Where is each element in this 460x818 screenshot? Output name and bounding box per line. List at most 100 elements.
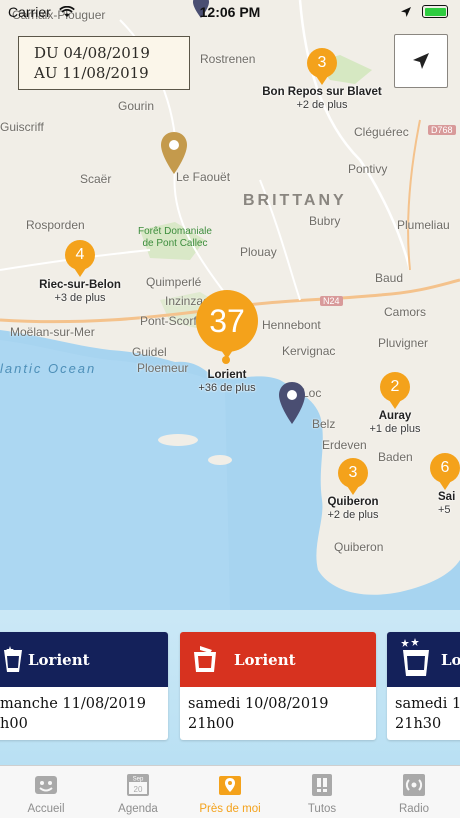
map-place: Belz <box>312 417 336 431</box>
cluster-name: Lorient <box>207 369 247 381</box>
home-icon <box>35 776 57 794</box>
map-place: Baud <box>375 271 404 285</box>
cluster-label: Riec-sur-Belon +3 de plus <box>20 279 140 305</box>
tutos-icon <box>312 774 332 796</box>
battery-icon <box>422 5 448 18</box>
tab-pres-de-moi[interactable]: Près de moi <box>184 766 276 818</box>
cluster-marker[interactable]: 2 <box>380 372 410 409</box>
event-card[interactable]: Lorient samedi 10/08/2019 21h00 <box>180 632 376 740</box>
radio-icon <box>403 774 425 796</box>
cluster-marker[interactable]: 6 <box>430 453 460 490</box>
cluster-name: Quiberon <box>327 496 379 508</box>
map-ocean-label: lantic Ocean <box>0 361 97 376</box>
cluster-marker[interactable]: 3 <box>307 48 337 85</box>
date-range-box[interactable]: DU 04/08/2019 AU 11/08/2019 <box>18 36 190 90</box>
event-carousel[interactable]: Lorient manche 11/08/2019 h00 Lorient sa… <box>0 610 460 765</box>
map-place: Gourin <box>118 99 155 113</box>
cluster-marker[interactable]: 4 <box>65 240 95 277</box>
cluster-name: Bon Repos sur Blavet <box>262 86 382 98</box>
tab-label: Radio <box>398 803 430 815</box>
cluster-label: Bon Repos sur Blavet +2 de plus <box>252 86 392 112</box>
cluster-name: Riec-sur-Belon <box>39 279 121 291</box>
tab-label: Accueil <box>27 803 65 815</box>
map-place: Pontivy <box>348 162 388 176</box>
cluster-more: +1 de plus <box>369 423 421 435</box>
event-date: samedi 10/08/2019 <box>188 696 329 712</box>
status-time: 12:06 PM <box>199 4 261 20</box>
cluster-count: 6 <box>440 459 450 476</box>
event-city: Lor <box>441 651 460 669</box>
cluster-count: 3 <box>348 464 358 481</box>
map-region-label: BRITTANY <box>243 192 347 209</box>
cluster-label: Sai +5 <box>438 491 455 517</box>
map-place: Pont-Scorff <box>140 314 200 328</box>
map-place: Quimperlé <box>146 275 202 289</box>
map-place: Erdeven <box>322 438 367 452</box>
cluster-more: +5 <box>438 504 451 516</box>
map-place: Baden <box>378 450 413 464</box>
map-place: Bubry <box>309 214 341 228</box>
map-place: Guiscriff <box>0 120 44 134</box>
map-place: Cléguérec <box>354 125 409 139</box>
calendar-day: 20 <box>134 785 143 794</box>
event-card-body: samedi 1 21h30 <box>387 687 460 734</box>
date-to: AU 11/08/2019 <box>34 64 149 82</box>
road-label: D768 <box>428 125 456 135</box>
event-date: manche 11/08/2019 <box>0 696 146 712</box>
cluster-more: +3 de plus <box>54 292 106 304</box>
cluster-more: +2 de plus <box>296 99 348 111</box>
tab-radio[interactable]: Radio <box>368 766 460 818</box>
cluster-name: Sai <box>438 491 456 503</box>
event-city: Lorient <box>28 651 90 669</box>
event-time: 21h30 <box>395 716 442 732</box>
event-card-header: Lor <box>387 632 460 687</box>
map-place: Moëlan-sur-Mer <box>10 325 95 339</box>
status-bar: Carrier 12:06 PM <box>0 0 460 24</box>
cluster-name: Auray <box>378 410 412 422</box>
cluster-more: +36 de plus <box>198 382 256 394</box>
map-view[interactable]: Carhaix-Plouguer Rostrenen Gourin Guiscr… <box>0 0 460 610</box>
map-place: Plumeliau <box>397 218 450 232</box>
location-pin-icon[interactable] <box>159 130 189 176</box>
tab-tutos[interactable]: Tutos <box>276 766 368 818</box>
event-card-header: Lorient <box>180 632 376 687</box>
calendar-icon: Sep 20 <box>127 774 149 796</box>
location-arrow-icon <box>413 53 429 69</box>
map-place: Scaër <box>80 172 112 186</box>
event-card-body: samedi 10/08/2019 21h00 <box>180 687 376 734</box>
map-place: Rostrenen <box>200 52 256 66</box>
event-card[interactable]: Lor samedi 1 21h30 <box>387 632 460 740</box>
cluster-count: 2 <box>390 378 400 395</box>
cluster-label: Auray +1 de plus <box>355 410 435 436</box>
cluster-label: Lorient +36 de plus <box>172 369 282 395</box>
event-time: h00 <box>0 716 28 732</box>
cluster-count: 4 <box>75 246 85 263</box>
cluster-dot <box>222 356 230 364</box>
locate-me-button[interactable] <box>394 34 448 88</box>
cluster-marker[interactable]: 3 <box>338 458 368 495</box>
cluster-label: Quiberon +2 de plus <box>313 496 393 522</box>
event-card-header: Lorient <box>0 632 168 687</box>
map-place: Kervignac <box>282 344 336 358</box>
cluster-count: 3 <box>317 54 327 71</box>
tab-bar: Accueil Sep 20 Agenda Près de moi Tutos <box>0 765 460 818</box>
cluster-count: 37 <box>209 302 245 339</box>
tab-accueil[interactable]: Accueil <box>0 766 92 818</box>
event-type-icon <box>4 646 22 672</box>
date-from: DU 04/08/2019 <box>34 44 150 62</box>
event-date: samedi 1 <box>395 696 460 712</box>
road-label: N24 <box>320 296 343 306</box>
event-card[interactable]: Lorient manche 11/08/2019 h00 <box>0 632 168 740</box>
map-place: Quiberon <box>334 540 384 554</box>
map-place: Camors <box>384 305 427 319</box>
location-arrow-icon <box>401 7 411 17</box>
cluster-marker[interactable]: 37 <box>196 290 258 359</box>
event-city: Lorient <box>234 651 296 669</box>
map-place: Plouay <box>240 245 277 259</box>
tab-label: Agenda <box>118 803 158 815</box>
tab-label: Près de moi <box>199 803 261 815</box>
map-pin-icon <box>219 776 241 795</box>
tab-agenda[interactable]: Sep 20 Agenda <box>92 766 184 818</box>
map-place: Rosporden <box>26 218 85 232</box>
map-place: Pluvigner <box>378 336 429 350</box>
